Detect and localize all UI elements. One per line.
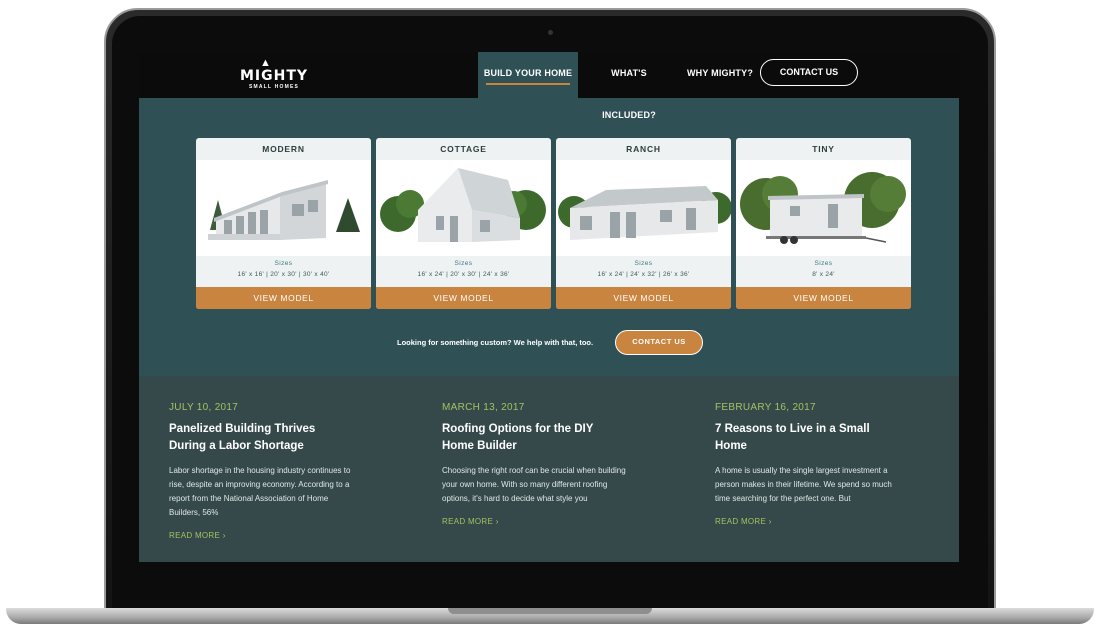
read-more-label: READ MORE <box>715 517 767 526</box>
view-model-button-tiny[interactable]: VIEW MODEL <box>736 287 911 309</box>
cottage-house-image[interactable] <box>376 160 551 256</box>
tiny-house-image[interactable] <box>736 160 911 256</box>
logo-tagline: SMALL HOMES <box>248 84 300 90</box>
logo-wordmark: MIGHTY <box>239 68 309 84</box>
chevron-right-icon: › <box>495 517 499 526</box>
nav-why-mighty[interactable]: WHY MIGHTY? <box>685 52 755 98</box>
top-nav: ▲ MIGHTY SMALL HOMES BUILD YOUR HOME WHA… <box>139 52 959 120</box>
model-card-ranch[interactable]: RANCH Sizes 16' x 24' | 24' x 32' | 26' … <box>556 138 731 309</box>
sizes-label: Sizes <box>634 260 653 267</box>
read-more-label: READ MORE <box>442 517 494 526</box>
post-date: MARCH 13, 2017 <box>442 402 525 413</box>
read-more-link[interactable]: READ MORE › <box>169 531 226 540</box>
post-title[interactable]: Panelized Building Thrives During a Labo… <box>169 421 349 455</box>
post-title[interactable]: 7 Reasons to Live in a Small Home <box>715 421 895 455</box>
mighty-logo[interactable]: ▲ MIGHTY SMALL HOMES <box>235 57 313 93</box>
sizes-list: 8' x 24' <box>812 271 835 278</box>
read-more-label: READ MORE <box>169 531 221 540</box>
nav-contact-button[interactable]: CONTACT US <box>760 59 858 86</box>
post-excerpt: Choosing the right roof can be crucial w… <box>442 466 626 503</box>
post-excerpt: A home is usually the single largest inv… <box>715 466 892 503</box>
read-more-link[interactable]: READ MORE › <box>715 517 772 526</box>
chevron-right-icon: › <box>222 531 226 540</box>
sizes-list: 16' x 24' | 20' x 30' | 24' x 36' <box>417 271 510 278</box>
model-title: TINY <box>812 144 835 154</box>
sizes-label: Sizes <box>814 260 833 267</box>
model-card-cottage[interactable]: COTTAGE Sizes 16' x 24' | 20' x 30' | 24… <box>376 138 551 309</box>
custom-contact-button[interactable]: CONTACT US <box>615 330 703 355</box>
model-title: RANCH <box>626 144 661 154</box>
view-model-button-cottage[interactable]: VIEW MODEL <box>376 287 551 309</box>
sizes-list: 16' x 16' | 20' x 30' | 30' x 40' <box>237 271 330 278</box>
post-date: JULY 10, 2017 <box>169 402 239 413</box>
model-card-tiny[interactable]: TINY Sizes 8' x 24' VIEW MODEL <box>736 138 911 309</box>
model-card-modern[interactable]: MODERN Sizes 16' x 16' | 20' x 30' | 30'… <box>196 138 371 309</box>
camera-icon <box>548 30 553 35</box>
sizes-label: Sizes <box>454 260 473 267</box>
view-model-button-modern[interactable]: VIEW MODEL <box>196 287 371 309</box>
website-screen: ▲ MIGHTY SMALL HOMES BUILD YOUR HOME WHA… <box>139 52 959 562</box>
model-title: MODERN <box>262 144 305 154</box>
model-title: COTTAGE <box>440 144 487 154</box>
blog-section: JULY 10, 2017 Panelized Building Thrives… <box>139 376 959 562</box>
modern-house-image[interactable] <box>196 160 371 256</box>
post-title[interactable]: Roofing Options for the DIY Home Builder <box>442 421 622 455</box>
laptop-notch <box>448 608 652 614</box>
sizes-list: 16' x 24' | 24' x 32' | 26' x 36' <box>597 271 690 278</box>
read-more-link[interactable]: READ MORE › <box>442 517 499 526</box>
post-excerpt: Labor shortage in the housing industry c… <box>169 466 351 517</box>
nav-whats-included[interactable]: WHAT'S INCLUDED? <box>583 52 675 120</box>
nav-build-your-home[interactable]: BUILD YOUR HOME <box>478 52 578 98</box>
ranch-house-image[interactable] <box>556 160 731 256</box>
view-model-button-ranch[interactable]: VIEW MODEL <box>556 287 731 309</box>
custom-prompt-text: Looking for something custom? We help wi… <box>397 338 594 347</box>
sizes-label: Sizes <box>274 260 293 267</box>
post-date: FEBRUARY 16, 2017 <box>715 402 816 413</box>
chevron-right-icon: › <box>768 517 772 526</box>
